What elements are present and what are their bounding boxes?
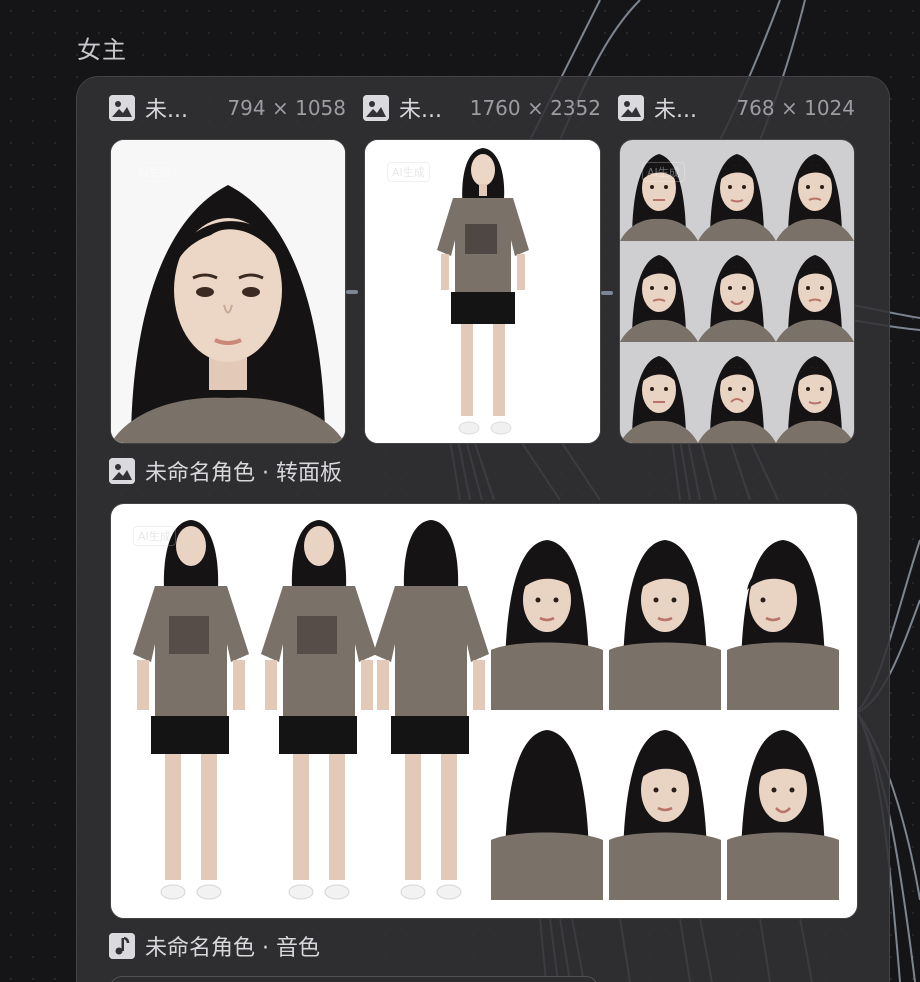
watermark: AI生成 — [642, 162, 685, 182]
expression-cell — [776, 140, 854, 241]
portrait-image — [111, 140, 345, 443]
image-icon — [109, 95, 135, 121]
turnaround-image-card[interactable]: AI生成 — [110, 503, 858, 919]
image-size: 1760 × 2352 — [469, 96, 601, 120]
head-shot — [727, 724, 839, 900]
turnaround-figure — [261, 520, 377, 900]
expression-cell — [698, 241, 776, 342]
turnaround-image — [133, 520, 839, 900]
fullbody-image — [365, 140, 600, 443]
expressions-image-card[interactable]: AI生成 — [619, 139, 855, 444]
image-icon — [109, 458, 135, 484]
portrait-image-card[interactable]: AI生成 — [110, 139, 346, 444]
fullbody-image-card[interactable]: AI生成 — [364, 139, 601, 444]
head-shot — [609, 534, 721, 710]
node-header-expressions[interactable]: 未... 768 × 1024 — [618, 92, 855, 124]
expression-cell — [620, 241, 698, 342]
expression-cell — [776, 241, 854, 342]
watermark: AI生成 — [133, 162, 176, 182]
voice-input-area[interactable] — [110, 976, 598, 982]
watermark: AI生成 — [387, 162, 430, 182]
turnaround-figure — [373, 520, 489, 900]
link-handle[interactable] — [601, 291, 613, 295]
node-header-portrait[interactable]: 未... 794 × 1058 — [109, 92, 346, 124]
image-size: 794 × 1058 — [227, 96, 346, 120]
node-header-turnaround[interactable]: 未命名角色 · 转面板 — [109, 455, 509, 487]
node-header-fullbody[interactable]: 未... 1760 × 2352 — [363, 92, 601, 124]
watermark: AI生成 — [133, 526, 176, 546]
head-shot — [491, 534, 603, 710]
expression-cell — [620, 140, 698, 241]
head-shot — [727, 534, 839, 710]
expression-cell — [698, 140, 776, 241]
link-handle[interactable] — [346, 290, 358, 294]
expression-cell — [698, 342, 776, 443]
group-title[interactable]: 女主 — [77, 30, 127, 65]
image-icon — [363, 95, 389, 121]
node-name: 未... — [145, 98, 188, 123]
turnaround-figure — [133, 520, 249, 900]
music-note-icon — [109, 933, 135, 959]
expression-cell — [776, 342, 854, 443]
node-name: 未命名角色 · 转面板 — [145, 461, 342, 486]
head-shot — [491, 724, 603, 900]
expression-cell — [620, 342, 698, 443]
node-name: 未命名角色 · 音色 — [145, 936, 320, 961]
head-shot — [609, 724, 721, 900]
node-name: 未... — [654, 98, 697, 123]
image-size: 768 × 1024 — [736, 96, 855, 120]
expressions-image — [620, 140, 854, 443]
node-name: 未... — [399, 98, 442, 123]
image-icon — [618, 95, 644, 121]
node-header-voice[interactable]: 未命名角色 · 音色 — [109, 930, 509, 962]
